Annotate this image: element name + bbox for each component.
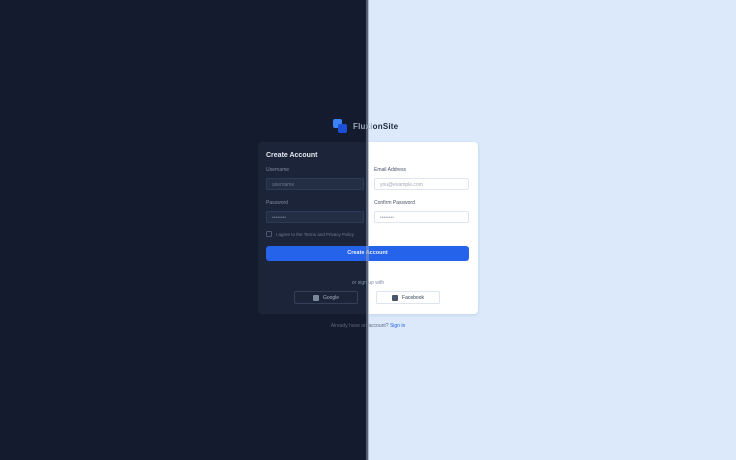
google-label: Google <box>322 294 340 301</box>
terms-row: I agree to the Terms and Privacy Policy <box>266 231 354 237</box>
facebook-icon <box>392 294 399 301</box>
terms-text: I agree to the Terms and Privacy Policy <box>276 231 354 237</box>
footer-prefix: Already have an account? <box>330 323 389 329</box>
password-input[interactable]: •••••••• <box>266 211 364 223</box>
logo-icon <box>333 119 347 133</box>
terms-checkbox[interactable] <box>266 231 272 237</box>
google-signup-button[interactable]: Google <box>294 291 358 304</box>
form-title: Create Account <box>266 152 318 159</box>
brand-name-part2: onSite <box>372 121 399 131</box>
brand-name-part1: Fluxi <box>353 121 373 131</box>
confirm-password-input[interactable]: •••••••• <box>374 211 469 223</box>
signin-link[interactable]: Sign in <box>390 323 405 329</box>
brand-name: FluxionSite <box>353 122 398 131</box>
username-label: Username <box>266 167 290 173</box>
email-input[interactable]: you@example.com <box>374 178 469 190</box>
google-icon <box>312 294 319 301</box>
confirm-password-label: Confirm Password <box>374 200 415 206</box>
brand: FluxionSite <box>333 119 398 133</box>
username-input[interactable]: username <box>266 178 364 190</box>
theme-split-divider[interactable] <box>366 0 369 460</box>
facebook-label: Facebook <box>402 294 424 301</box>
email-label: Email Address <box>374 167 406 173</box>
password-label: Password <box>266 200 288 206</box>
facebook-signup-button[interactable]: Facebook <box>376 291 440 304</box>
